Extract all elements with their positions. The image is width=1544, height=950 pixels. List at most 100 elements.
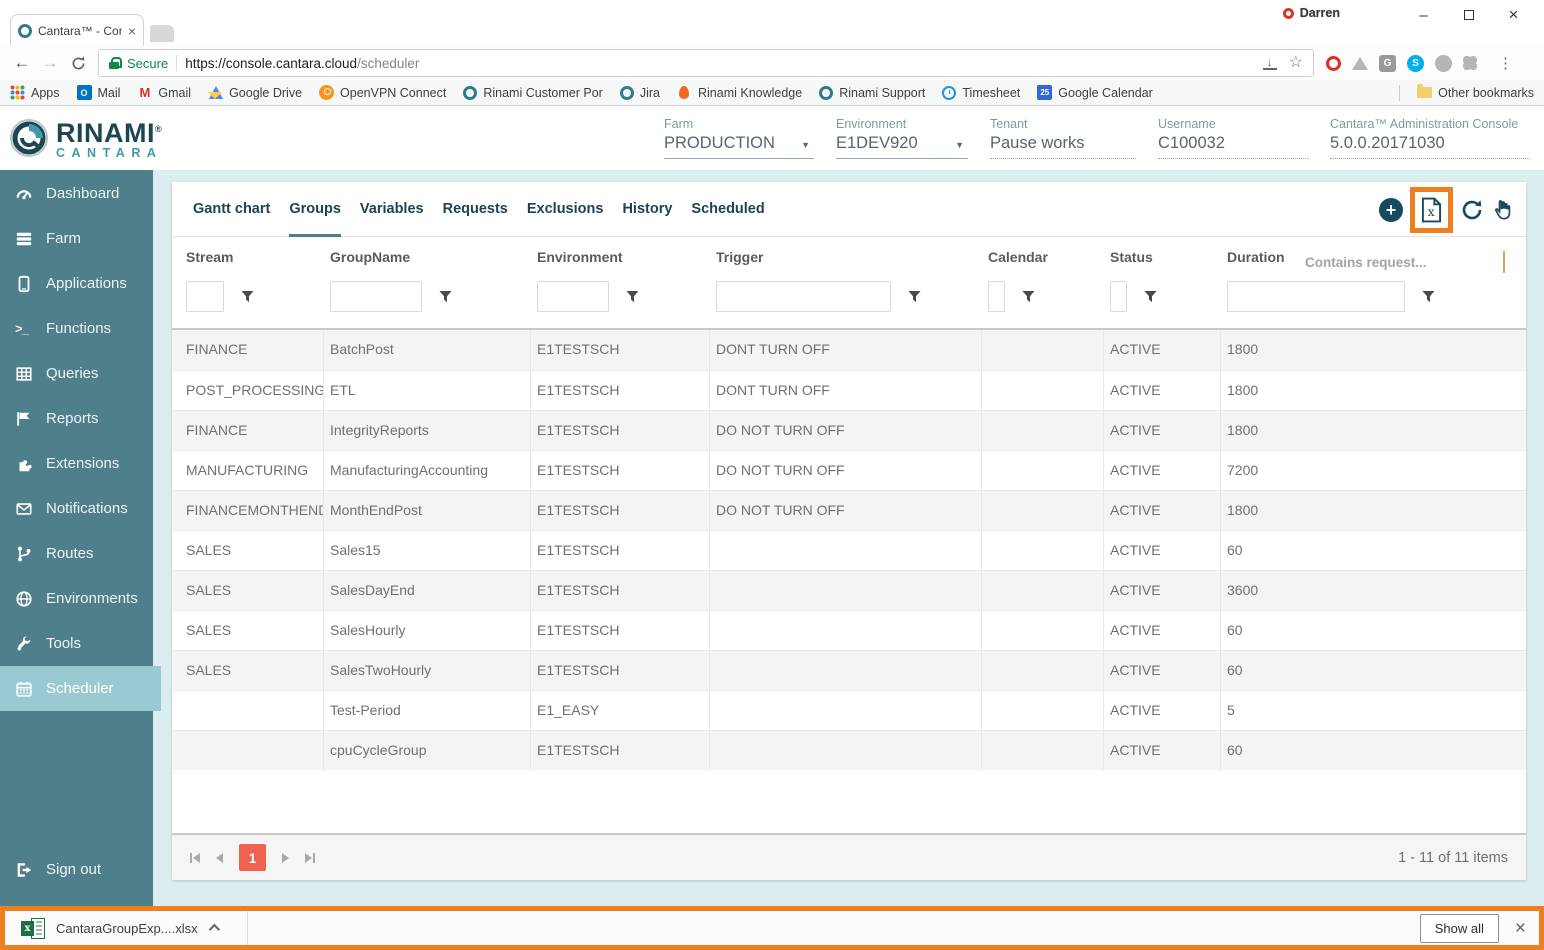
environment-filter-input[interactable]	[537, 281, 609, 312]
table-row[interactable]: SALESSalesTwoHourlyE1TESTSCHACTIVE60	[172, 650, 1526, 690]
sidebar-item-dashboard[interactable]: Dashboard	[0, 171, 153, 216]
tab-scheduled[interactable]: Scheduled	[691, 182, 764, 237]
extension-triangle-icon[interactable]	[1352, 57, 1368, 70]
browser-profile[interactable]: Darren	[1283, 6, 1340, 20]
filter-funnel-icon[interactable]	[241, 290, 254, 303]
filter-funnel-icon[interactable]	[626, 290, 639, 303]
next-page-button[interactable]	[282, 853, 289, 863]
bookmark-mail[interactable]: OMail	[77, 85, 121, 100]
tab-history[interactable]: History	[622, 182, 672, 237]
chrome-menu-icon[interactable]: ⋮	[1498, 54, 1513, 72]
contains-request-filter-input[interactable]	[1227, 281, 1405, 312]
sidebar-item-extensions[interactable]: Extensions	[0, 441, 153, 486]
tab-gantt-chart[interactable]: Gantt chart	[193, 182, 270, 237]
add-group-button[interactable]: +	[1379, 198, 1403, 222]
column-header-environment[interactable]: Environment	[531, 237, 710, 328]
environment-select[interactable]: Environment E1DEV920 ▼	[836, 117, 968, 159]
table-row[interactable]: Test-PeriodE1_EASYACTIVE5	[172, 690, 1526, 730]
browser-tab[interactable]: Cantara™ - Console ×	[10, 14, 144, 46]
extension-circle-icon[interactable]	[1435, 55, 1452, 72]
filter-funnel-icon[interactable]	[908, 290, 921, 303]
other-bookmarks[interactable]: Other bookmarks	[1417, 85, 1534, 100]
sidebar-item-reports[interactable]: Reports	[0, 396, 153, 441]
filter-funnel-icon[interactable]	[1022, 290, 1035, 303]
extension-g-icon[interactable]: G	[1379, 55, 1396, 72]
page-number-current[interactable]: 1	[239, 844, 266, 871]
extension-clover-icon[interactable]	[1463, 56, 1477, 70]
tab-exclusions[interactable]: Exclusions	[527, 182, 604, 237]
previous-page-button[interactable]	[216, 853, 223, 863]
tab-close-icon[interactable]: ×	[128, 23, 136, 39]
table-row[interactable]: FINANCEMONTHENDMonthEndPostE1TESTSCHDO N…	[172, 490, 1526, 530]
sidebar-item-routes[interactable]: Routes	[0, 531, 153, 576]
sidebar-item-farm[interactable]: Farm	[0, 216, 153, 261]
export-excel-button[interactable]: x	[1421, 197, 1442, 223]
sidebar-item-scheduler[interactable]: Scheduler	[0, 666, 161, 711]
last-page-button[interactable]	[305, 853, 315, 863]
close-download-bar-icon[interactable]: ×	[1515, 919, 1526, 938]
trigger-filter-input[interactable]	[716, 281, 891, 312]
groupname-filter-input[interactable]	[330, 281, 422, 312]
forward-button[interactable]: →	[36, 53, 64, 73]
table-row[interactable]: POST_PROCESSINGETLE1TESTSCHDONT TURN OFF…	[172, 370, 1526, 410]
bookmark-openvpn[interactable]: OpenVPN Connect	[319, 85, 446, 100]
sidebar-item-functions[interactable]: >_ Functions	[0, 306, 153, 351]
address-bar[interactable]: Secure https://console.cantara.cloud/sch…	[98, 49, 1314, 77]
tab-requests[interactable]: Requests	[443, 182, 508, 237]
sidebar-item-tools[interactable]: Tools	[0, 621, 153, 666]
stream-filter-input[interactable]	[186, 281, 224, 312]
column-header-trigger[interactable]: Trigger	[710, 237, 982, 328]
refresh-button[interactable]	[1460, 198, 1484, 222]
reload-button[interactable]	[64, 55, 92, 72]
farm-select[interactable]: Farm PRODUCTION ▼	[664, 117, 814, 159]
sidebar-item-environments[interactable]: Environments	[0, 576, 153, 621]
bookmark-google-drive[interactable]: Google Drive	[208, 85, 302, 100]
column-header-status[interactable]: Status	[1104, 237, 1221, 328]
grid-header: Stream GroupName Environment	[172, 237, 1526, 330]
status-filter-input[interactable]	[1110, 281, 1127, 312]
bookmark-rinami-customer-portal[interactable]: Rinami Customer Por	[463, 86, 602, 100]
bookmark-star-icon[interactable]: ☆	[1289, 55, 1303, 71]
sidebar-item-queries[interactable]: Queries	[0, 351, 153, 396]
show-all-downloads-button[interactable]: Show all	[1420, 914, 1499, 943]
sign-out-button[interactable]: Sign out	[0, 847, 153, 892]
minimize-button[interactable]: –	[1401, 2, 1446, 28]
table-row[interactable]: MANUFACTURINGManufacturingAccountingE1TE…	[172, 450, 1526, 490]
pointer-hand-button[interactable]	[1491, 197, 1516, 222]
first-page-button[interactable]	[190, 853, 200, 863]
filter-funnel-icon[interactable]	[1422, 290, 1435, 303]
maximize-button[interactable]	[1446, 2, 1491, 28]
back-button[interactable]: ←	[8, 53, 36, 73]
filter-funnel-icon[interactable]	[439, 290, 452, 303]
skype-extension-icon[interactable]: S	[1407, 55, 1424, 72]
table-row[interactable]: SALESSalesDayEndE1TESTSCHACTIVE3600	[172, 570, 1526, 610]
bookmark-rinami-support[interactable]: Rinami Support	[819, 86, 925, 100]
bookmark-apps[interactable]: Apps	[10, 85, 60, 100]
bookmark-jira[interactable]: Jira	[620, 86, 660, 100]
tab-groups[interactable]: Groups	[289, 182, 341, 237]
sidebar-item-applications[interactable]: Applications	[0, 261, 153, 306]
bookmark-timesheet[interactable]: Timesheet	[942, 86, 1020, 100]
new-tab-button[interactable]	[150, 25, 174, 42]
calendar-filter-input[interactable]	[988, 281, 1005, 312]
sidebar-item-notifications[interactable]: Notifications	[0, 486, 153, 531]
extension-ring-icon[interactable]	[1326, 56, 1341, 71]
column-header-stream[interactable]: Stream	[180, 237, 324, 328]
column-header-duration[interactable]: Duration Contains request...	[1221, 237, 1515, 328]
bookmark-gmail[interactable]: MGmail	[137, 85, 191, 100]
tab-variables[interactable]: Variables	[360, 182, 424, 237]
table-row[interactable]: SALESSales15E1TESTSCHACTIVE60	[172, 530, 1526, 570]
bookmark-rinami-knowledge[interactable]: Rinami Knowledge	[677, 85, 802, 100]
bookmark-google-calendar[interactable]: 25Google Calendar	[1037, 85, 1153, 100]
filter-funnel-icon[interactable]	[1144, 290, 1157, 303]
download-page-icon[interactable]: ↓	[1263, 57, 1277, 70]
table-row[interactable]: cpuCycleGroupE1TESTSCHACTIVE60	[172, 730, 1526, 770]
column-header-groupname[interactable]: GroupName	[324, 237, 531, 328]
close-window-button[interactable]: ×	[1491, 2, 1536, 28]
table-row[interactable]: SALESSalesHourlyE1TESTSCHACTIVE60	[172, 610, 1526, 650]
column-header-calendar[interactable]: Calendar	[982, 237, 1104, 328]
chevron-up-icon[interactable]	[208, 924, 219, 935]
downloaded-file-chip[interactable]: x CantaraGroupExp....xlsx	[5, 911, 233, 945]
table-row[interactable]: FINANCEIntegrityReportsE1TESTSCHDO NOT T…	[172, 410, 1526, 450]
table-row[interactable]: FINANCEBatchPostE1TESTSCHDONT TURN OFFAC…	[172, 330, 1526, 370]
